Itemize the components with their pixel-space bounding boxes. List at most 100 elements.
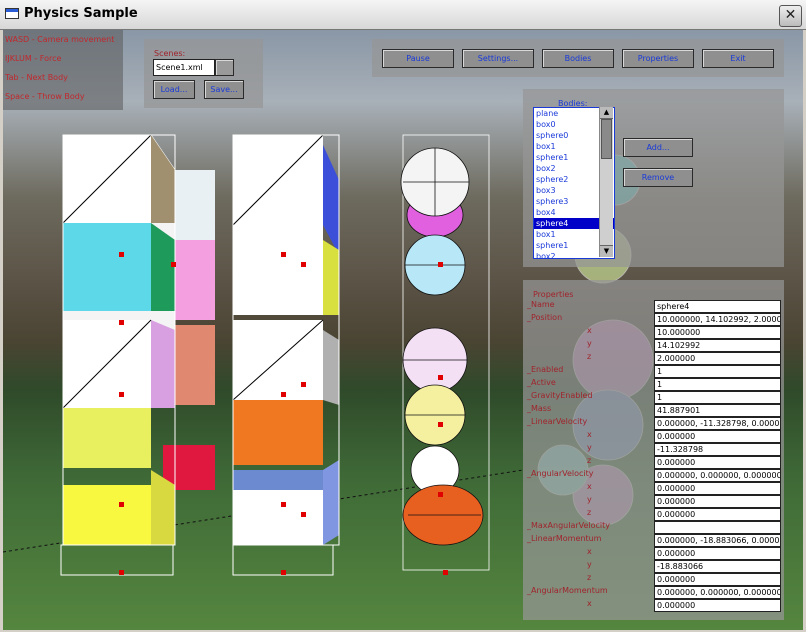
- property-name: x: [587, 547, 592, 556]
- properties-button[interactable]: Properties: [622, 49, 694, 68]
- scenes-label: Scenes:: [154, 49, 186, 58]
- property-value-field[interactable]: [654, 521, 781, 534]
- property-row: _AngularVelocity 0.000000, 0.000000, 0.00…: [527, 469, 785, 482]
- help-line: WASD - Camera movement: [5, 35, 115, 44]
- remove-body-button[interactable]: Remove: [623, 168, 693, 187]
- property-row: y 0.000000: [527, 495, 785, 508]
- property-value-field[interactable]: 1: [654, 378, 781, 391]
- property-name: _Active: [527, 378, 556, 387]
- exit-button[interactable]: Exit: [702, 49, 774, 68]
- add-body-button[interactable]: Add...: [623, 138, 693, 157]
- property-row: x 0.000000: [527, 599, 785, 612]
- toolbar-panel: Pause Settings... Bodies Properties Exit: [372, 39, 784, 77]
- property-row: _GravityEnabled 1: [527, 391, 785, 404]
- save-button[interactable]: Save...: [204, 80, 244, 99]
- property-name: y: [587, 495, 592, 504]
- scroll-thumb[interactable]: [601, 119, 612, 159]
- scenes-panel: Scenes: Scene1.xml Load... Save...: [144, 39, 263, 108]
- property-name: _Enabled: [527, 365, 564, 374]
- property-name: _MaxAngularVelocity: [527, 521, 611, 530]
- properties-label: Properties: [533, 290, 574, 299]
- property-value-field[interactable]: 0.000000, -18.883066, 0.000000: [654, 534, 781, 547]
- property-name: _LinearMomentum: [527, 534, 602, 543]
- property-row: z 2.000000: [527, 352, 785, 365]
- property-name: _GravityEnabled: [527, 391, 593, 400]
- property-name: z: [587, 352, 592, 361]
- 3d-viewport[interactable]: WASD - Camera movement IJKLUM - Force Ta…: [3, 30, 803, 630]
- property-name: z: [587, 573, 592, 582]
- property-name: x: [587, 599, 592, 608]
- scroll-down-icon[interactable]: ▼: [600, 245, 613, 257]
- property-row: _Enabled 1: [527, 365, 785, 378]
- property-value-field[interactable]: -18.883066: [654, 560, 781, 573]
- property-row: y -18.883066: [527, 560, 785, 573]
- sphere-stack-right: [400, 134, 490, 571]
- pause-button[interactable]: Pause: [382, 49, 454, 68]
- property-name: _Name: [527, 300, 555, 309]
- property-value-field[interactable]: 0.000000, 0.000000, 0.000000: [654, 586, 781, 599]
- property-value-field[interactable]: 1: [654, 365, 781, 378]
- property-value-field[interactable]: 1: [654, 391, 781, 404]
- window-app-icon: [5, 8, 19, 19]
- property-row: _AngularMomentum 0.000000, 0.000000, 0.00…: [527, 586, 785, 599]
- property-value-field[interactable]: 0.000000: [654, 456, 781, 469]
- property-value-field[interactable]: 0.000000: [654, 573, 781, 586]
- property-name: x: [587, 430, 592, 439]
- property-value-field[interactable]: 0.000000: [654, 547, 781, 560]
- scroll-up-icon[interactable]: ▲: [600, 107, 613, 119]
- property-name: _LinearVelocity: [527, 417, 588, 426]
- property-name: x: [587, 482, 592, 491]
- property-name: _Position: [527, 313, 563, 322]
- property-value-field[interactable]: 10.000000, 14.102992, 2.000000: [654, 313, 781, 326]
- property-row: _Active 1: [527, 378, 785, 391]
- property-value-field[interactable]: 0.000000: [654, 430, 781, 443]
- property-row: y 14.102992: [527, 339, 785, 352]
- scene-dropdown-button[interactable]: [215, 59, 234, 76]
- property-name: z: [587, 456, 592, 465]
- property-row: _LinearMomentum 0.000000, -18.883066, 0.0…: [527, 534, 785, 547]
- box-stack-middle: [232, 134, 340, 576]
- property-value-field[interactable]: 0.000000, -11.328798, 0.000000: [654, 417, 781, 430]
- property-value-field[interactable]: 0.000000: [654, 495, 781, 508]
- controls-help-overlay: WASD - Camera movement IJKLUM - Force Ta…: [3, 30, 123, 110]
- help-line: Tab - Next Body: [5, 73, 68, 82]
- property-value-field[interactable]: 10.000000: [654, 326, 781, 339]
- load-button[interactable]: Load...: [153, 80, 195, 99]
- property-row: x 0.000000: [527, 482, 785, 495]
- window-title: Physics Sample: [24, 6, 138, 21]
- property-row: _Position 10.000000, 14.102992, 2.000000: [527, 313, 785, 326]
- property-value-field[interactable]: -11.328798: [654, 443, 781, 456]
- scene-filename-field[interactable]: Scene1.xml: [153, 59, 215, 76]
- property-row: _LinearVelocity 0.000000, -11.328798, 0.0…: [527, 417, 785, 430]
- property-value-field[interactable]: 0.000000: [654, 599, 781, 612]
- box-stack-left: [60, 134, 215, 576]
- help-line: IJKLUM - Force: [5, 54, 62, 63]
- property-row: _Mass 41.887901: [527, 404, 785, 417]
- property-name: y: [587, 443, 592, 452]
- property-name: _Mass: [527, 404, 552, 413]
- settings-button[interactable]: Settings...: [462, 49, 534, 68]
- property-row: y -11.328798: [527, 443, 785, 456]
- bodies-list-scrollbar[interactable]: ▲ ▼: [599, 107, 613, 257]
- bodies-panel: Bodies: plane box0 sphere0 box1 sphere1 …: [523, 89, 784, 267]
- property-value-field[interactable]: 0.000000: [654, 482, 781, 495]
- title-bar[interactable]: Physics Sample ✕: [0, 0, 806, 30]
- property-row: x 10.000000: [527, 326, 785, 339]
- close-button[interactable]: ✕: [779, 5, 802, 27]
- properties-grid: _Name sphere4 _Position 10.000000, 14.10299…: [527, 300, 785, 620]
- property-name: _AngularVelocity: [527, 469, 594, 478]
- property-name: z: [587, 508, 592, 517]
- property-value-field[interactable]: 41.887901: [654, 404, 781, 417]
- property-name: x: [587, 326, 592, 335]
- property-row: z 0.000000: [527, 573, 785, 586]
- property-value-field[interactable]: sphere4: [654, 300, 781, 313]
- bodies-button[interactable]: Bodies: [542, 49, 614, 68]
- property-value-field[interactable]: 0.000000, 0.000000, 0.000000: [654, 469, 781, 482]
- property-value-field[interactable]: 0.000000: [654, 508, 781, 521]
- help-line: Space - Throw Body: [5, 92, 85, 101]
- property-name: _AngularMomentum: [527, 586, 608, 595]
- property-row: x 0.000000: [527, 430, 785, 443]
- property-row: x 0.000000: [527, 547, 785, 560]
- property-value-field[interactable]: 2.000000: [654, 352, 781, 365]
- property-value-field[interactable]: 14.102992: [654, 339, 781, 352]
